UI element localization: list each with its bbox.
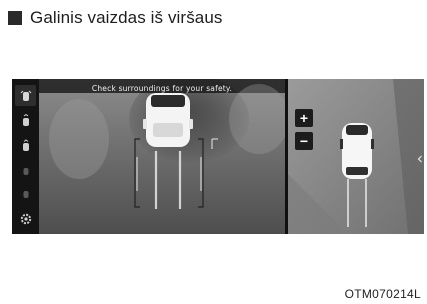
heading-text: Galinis vaizdas iš viršaus [30, 8, 223, 27]
gear-icon [20, 213, 31, 224]
zoom-in-button[interactable]: + [295, 109, 313, 127]
surround-view-image [288, 79, 424, 234]
figure-code: OTM070214L [344, 287, 421, 301]
car-view-rear-icon [22, 113, 29, 126]
settings-button[interactable] [15, 208, 36, 229]
panel-expand-handle[interactable] [416, 147, 424, 171]
zoom-out-button[interactable]: − [295, 132, 313, 150]
car-view-side-icon [22, 138, 29, 151]
section-heading: Galinis vaizdas iš viršaus [8, 8, 223, 28]
view-3d-button[interactable] [15, 183, 36, 204]
view-front-button[interactable] [15, 160, 36, 181]
view-top-button[interactable] [15, 85, 36, 106]
safety-notice: Check surroundings for your safety. [91, 84, 233, 93]
view-mode-sidebar [12, 79, 39, 234]
car-view-3d-icon [23, 190, 28, 198]
camera-display: Check surroundings for your safety. + − [12, 79, 424, 234]
rear-camera-view: Check surroundings for your safety. [39, 79, 285, 234]
car-view-front-icon [23, 167, 28, 175]
heading-square-icon [8, 11, 22, 25]
view-rear-button[interactable] [15, 110, 36, 131]
chevron-left-icon [417, 155, 422, 163]
car-view-top-icon [20, 90, 31, 101]
surround-view: + − [288, 79, 424, 234]
rear-camera-image [39, 79, 285, 234]
view-side-button[interactable] [15, 135, 36, 156]
